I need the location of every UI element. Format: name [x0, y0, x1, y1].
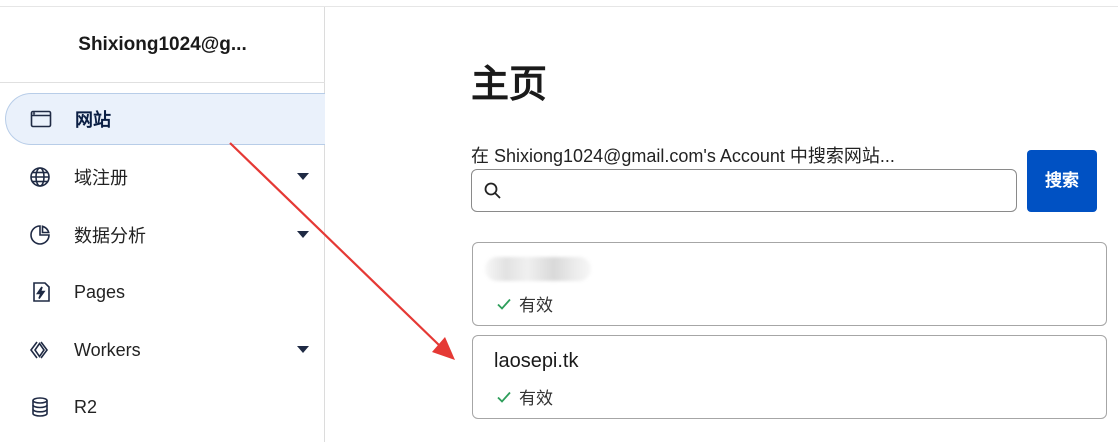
status-badge: 有效	[495, 291, 553, 316]
status-badge: 有效	[495, 384, 553, 409]
workers-icon	[27, 337, 53, 363]
sidebar-item-label: Workers	[74, 339, 141, 360]
sidebar-item-r2[interactable]: R2	[5, 381, 325, 433]
search-icon	[483, 181, 503, 201]
main-content: 主页 在 Shixiong1024@gmail.com's Account 中搜…	[326, 7, 1118, 442]
sidebar-item-label: Pages	[74, 281, 126, 302]
search-input[interactable]	[510, 170, 1010, 211]
search-box[interactable]	[471, 169, 1017, 212]
sidebar-item-domain-registration[interactable]: 域注册	[5, 151, 325, 203]
browser-window-icon	[28, 106, 54, 132]
site-name[interactable]: laosepi.tk	[494, 350, 579, 373]
site-card[interactable]: laosepi.tk 有效	[472, 335, 1107, 419]
blurred-site-name	[485, 257, 591, 281]
search-label: 在 Shixiong1024@gmail.com's Account 中搜索网站…	[471, 146, 895, 166]
site-card[interactable]: 有效	[472, 242, 1107, 326]
check-icon	[497, 298, 511, 310]
sidebar: Shixiong1024@g... 网站 域注册 数据分析 Pages Work…	[0, 7, 325, 442]
check-icon	[497, 391, 511, 403]
lightning-icon	[27, 279, 53, 305]
sidebar-item-label: 域注册	[74, 168, 128, 188]
sidebar-item-label: R2	[74, 396, 98, 417]
sidebar-item-label: 网站	[75, 110, 111, 130]
sidebar-item-websites[interactable]: 网站	[5, 93, 325, 145]
sidebar-item-workers[interactable]: Workers	[5, 324, 325, 376]
status-text: 有效	[519, 389, 553, 408]
sidebar-item-label: 数据分析	[74, 226, 146, 246]
chevron-down-icon[interactable]	[297, 231, 309, 238]
pie-chart-icon	[27, 222, 53, 248]
page-title: 主页	[471, 64, 548, 106]
database-icon	[27, 394, 53, 420]
status-text: 有效	[519, 296, 553, 315]
chevron-down-icon[interactable]	[297, 173, 309, 180]
sidebar-item-pages[interactable]: Pages	[5, 266, 325, 318]
chevron-down-icon[interactable]	[297, 346, 309, 353]
globe-icon	[27, 164, 53, 190]
account-name[interactable]: Shixiong1024@g...	[0, 7, 325, 83]
search-button[interactable]: 搜索	[1027, 150, 1097, 212]
sidebar-item-analytics[interactable]: 数据分析	[5, 209, 325, 261]
